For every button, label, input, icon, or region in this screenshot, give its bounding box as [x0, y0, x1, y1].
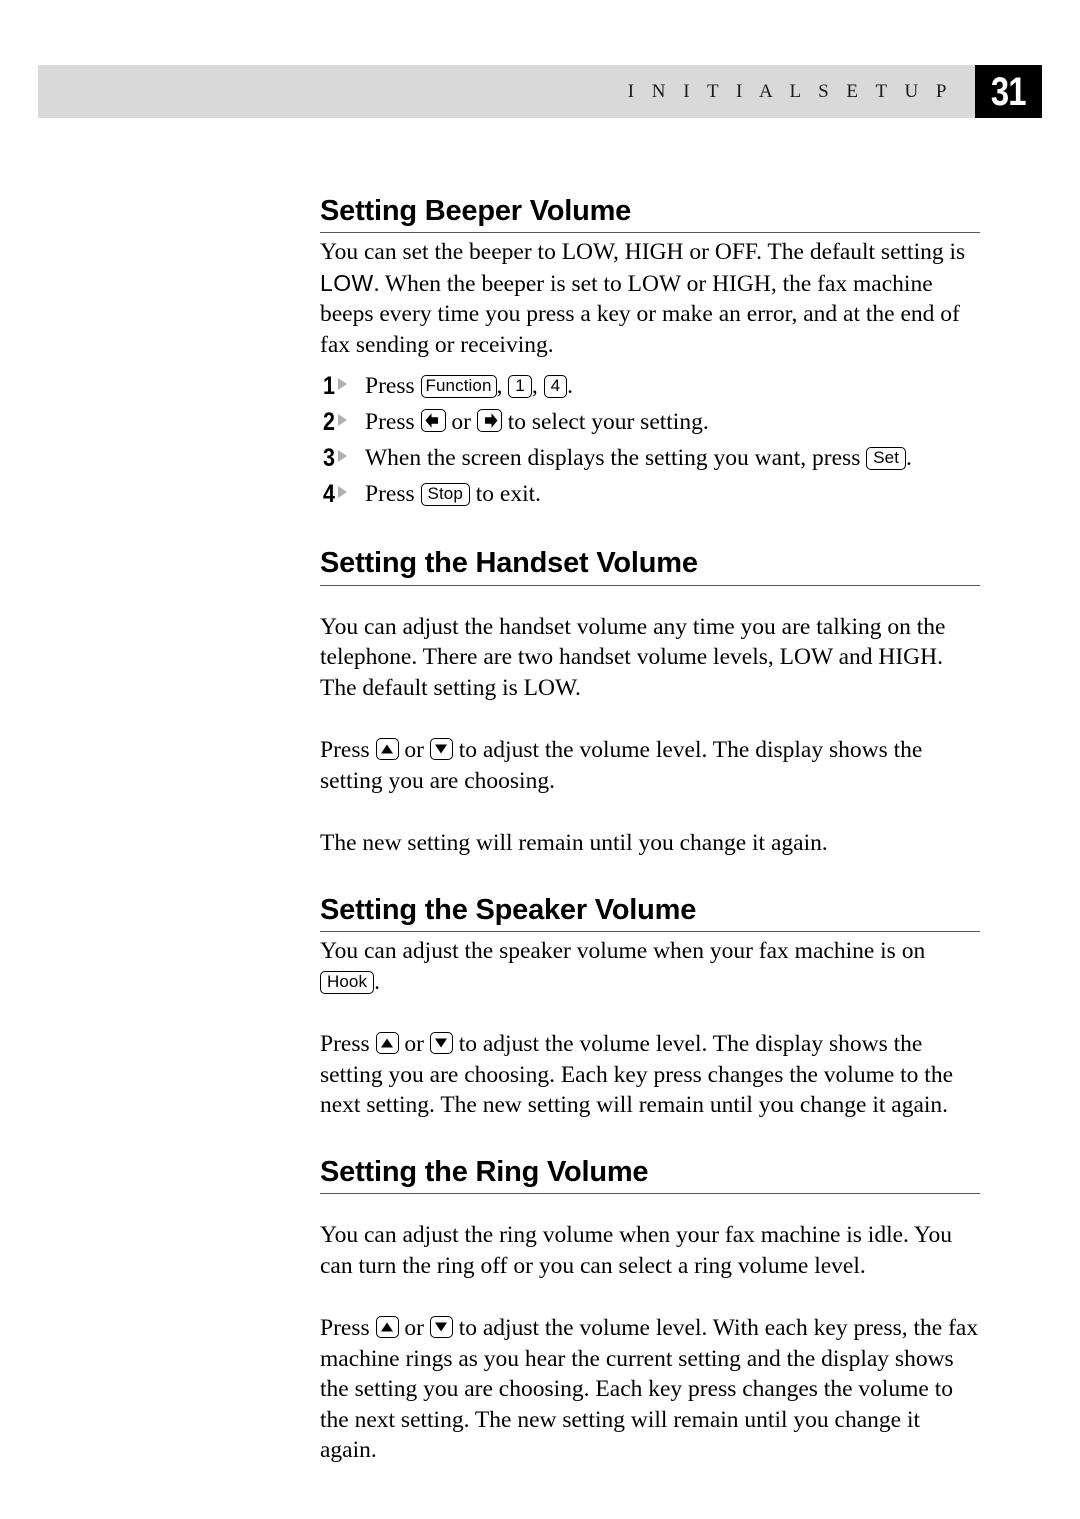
step-item-3: 3 When the screen displays the setting y…: [320, 440, 980, 476]
beeper-intro-paragraph: You can set the beeper to LOW, HIGH or O…: [320, 237, 980, 360]
key-stop[interactable]: Stop: [420, 483, 470, 507]
step-1-comma-1: ,: [496, 373, 509, 400]
page-number: 31: [991, 69, 1027, 114]
up-arrow-key-icon[interactable]: [375, 1316, 399, 1339]
heading-handset-volume: Setting the Handset Volume: [320, 547, 698, 580]
heading-speaker-volume: Setting the Speaker Volume: [320, 893, 697, 926]
speaker-press-paragraph: Press or to adjust the volume level. The…: [320, 1029, 980, 1121]
ring-press-middle: or: [398, 1315, 430, 1342]
step-triangle-icon: [337, 486, 347, 499]
beeper-default-lcd-value: LOW: [320, 269, 374, 296]
down-arrow-key-icon[interactable]: [429, 738, 453, 761]
step-1-comma-2: ,: [531, 373, 544, 400]
key-hook[interactable]: Hook: [320, 970, 375, 994]
beeper-steps-list: 1 Press Function, 1, 4. 2 Press or to se…: [320, 368, 980, 512]
handset-press-paragraph: Press or to adjust the volume level. The…: [320, 735, 980, 796]
step-1-text-before: Press: [365, 373, 421, 400]
step-item-2: 2 Press or to select your setting.: [320, 404, 980, 440]
handset-closing-paragraph: The new setting will remain until you ch…: [320, 830, 828, 857]
ring-press-before: Press: [320, 1315, 376, 1342]
speaker-intro-before: You can adjust the speaker volume when y…: [320, 938, 926, 965]
handset-press-before: Press: [320, 737, 376, 764]
step-number-3: 3: [322, 440, 347, 476]
key-set[interactable]: Set: [866, 447, 907, 471]
down-arrow-key-icon[interactable]: [429, 1316, 453, 1339]
step-number-4: 4: [322, 476, 347, 512]
speaker-press-middle: or: [398, 1031, 430, 1058]
step-triangle-icon: [337, 414, 347, 427]
section-speaker-volume: Setting the Speaker Volume You can adjus…: [320, 893, 980, 1121]
heading-rule: [320, 584, 980, 586]
heading-rule: [320, 931, 980, 933]
down-arrow-key-icon[interactable]: [429, 1032, 453, 1055]
step-item-4: 4 Press Stop to exit.: [320, 476, 980, 512]
running-header-band: I N I T I A L S E T U P: [38, 65, 975, 118]
heading-beeper-volume: Setting Beeper Volume: [320, 195, 632, 227]
step-triangle-icon: [337, 450, 347, 463]
beeper-intro-line-1: You can set the beeper to LOW, HIGH or O…: [320, 239, 966, 266]
ring-intro-paragraph: You can adjust the ring volume when your…: [320, 1222, 953, 1279]
step-4-text-before: Press: [365, 481, 421, 508]
section-beeper-volume: Setting Beeper Volume You can set the be…: [320, 196, 980, 512]
page-content: Setting Beeper Volume You can set the be…: [320, 196, 980, 1466]
speaker-press-before: Press: [320, 1031, 376, 1058]
step-triangle-icon: [337, 378, 347, 391]
step-2-text-middle: or: [445, 409, 477, 436]
heading-rule: [320, 232, 980, 234]
step-item-1: 1 Press Function, 1, 4.: [320, 368, 980, 404]
running-header-title: I N I T I A L S E T U P: [627, 80, 953, 102]
step-3-text-before: When the screen displays the setting you…: [365, 445, 867, 472]
up-arrow-key-icon[interactable]: [375, 738, 399, 761]
handset-intro-paragraph: You can adjust the handset volume any ti…: [320, 613, 946, 701]
speaker-intro-after: .: [374, 968, 380, 995]
key-4[interactable]: 4: [543, 375, 568, 399]
right-arrow-key-icon[interactable]: [476, 409, 502, 433]
step-number-2: 2: [322, 404, 347, 440]
step-3-text-after: .: [906, 445, 912, 472]
key-1[interactable]: 1: [508, 375, 532, 399]
step-2-text-after: to select your setting.: [501, 409, 709, 436]
up-arrow-key-icon[interactable]: [375, 1032, 399, 1055]
section-handset-volume: Setting the Handset Volume You can adjus…: [320, 548, 980, 858]
section-ring-volume: Setting the Ring Volume You can adjust t…: [320, 1155, 980, 1466]
speaker-intro-paragraph: You can adjust the speaker volume when y…: [320, 936, 980, 997]
key-function[interactable]: Function: [420, 375, 497, 399]
handset-press-middle: or: [398, 737, 430, 764]
step-1-text-after: .: [567, 373, 574, 400]
step-2-text-before: Press: [365, 409, 421, 436]
left-arrow-key-icon[interactable]: [420, 409, 446, 433]
step-4-text-after: to exit.: [469, 481, 542, 508]
step-number-1: 1: [322, 368, 347, 404]
heading-rule: [320, 1193, 980, 1195]
ring-press-paragraph: Press or to adjust the volume level. Wit…: [320, 1313, 980, 1466]
beeper-intro-period: .: [373, 270, 380, 297]
heading-ring-volume: Setting the Ring Volume: [320, 1155, 649, 1188]
page-number-box: 31: [975, 65, 1042, 118]
